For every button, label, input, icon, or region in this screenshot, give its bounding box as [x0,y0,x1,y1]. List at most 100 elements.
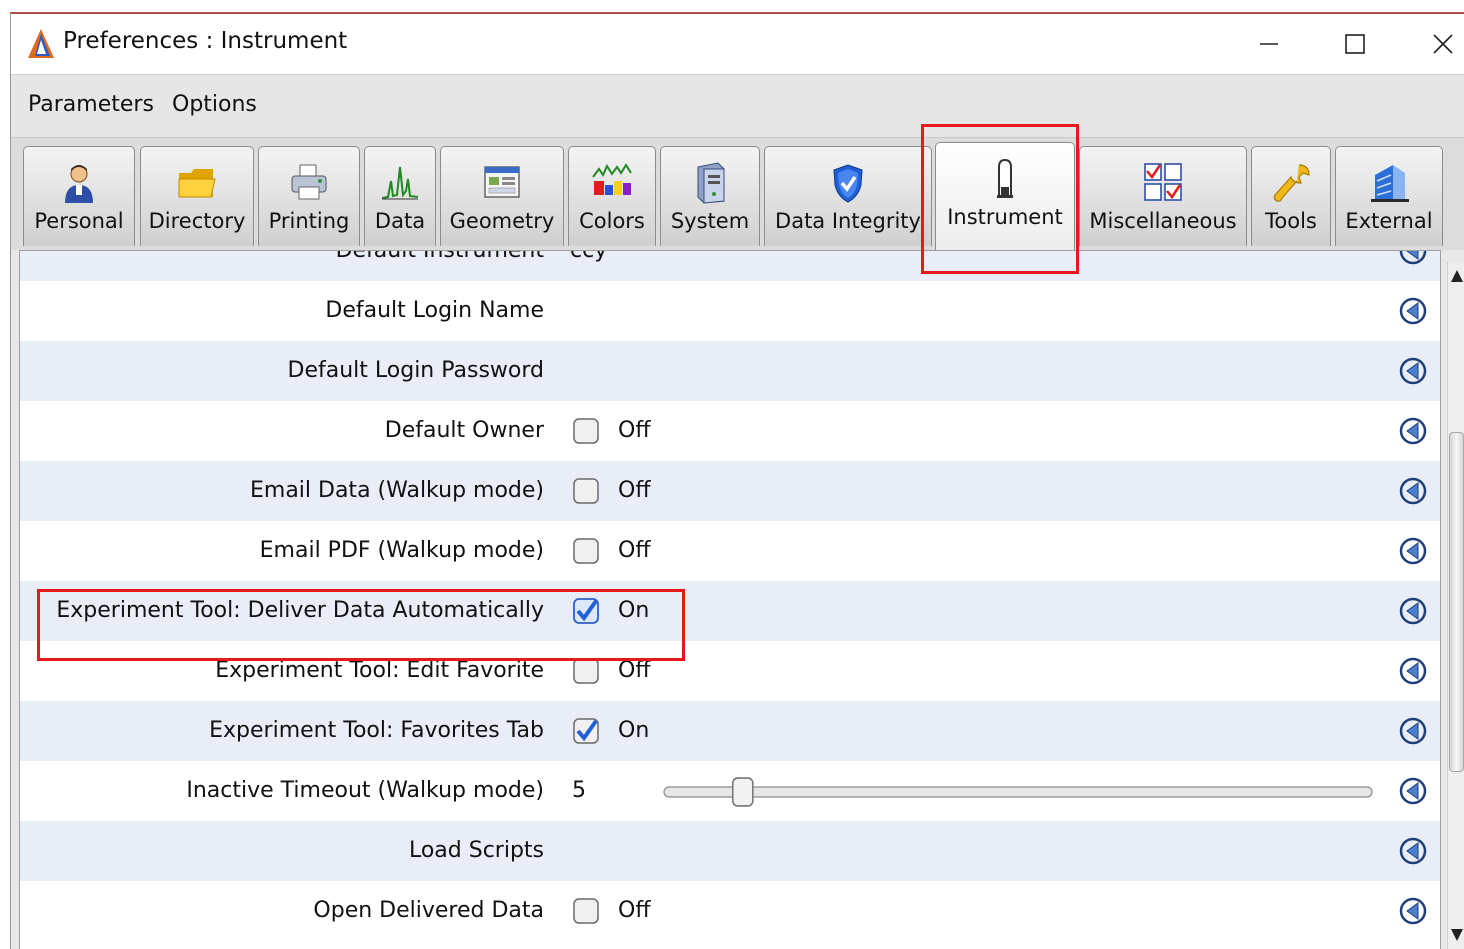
tab-instrument-label: Instrument [947,205,1063,229]
reset-arrow-icon[interactable] [1398,476,1428,506]
default-owner-checkbox[interactable] [572,417,600,445]
row-label: Experiment Tool: Favorites Tab [209,718,544,743]
tab-directory[interactable]: Directory [140,146,254,246]
checkbox-state: Off [618,478,651,503]
checkbox-state: Off [618,898,651,923]
tab-external-label: External [1345,209,1433,233]
preferences-window: Preferences : Instrument Parameters Opti… [10,12,1464,949]
row-label: Default Instrument [335,250,544,263]
slider-thumb[interactable] [732,777,754,807]
row-inactive-timeout: Inactive Timeout (Walkup mode) 5 [20,761,1440,821]
wrench-icon [1273,164,1310,202]
row-value[interactable]: ccy [570,251,607,281]
timeout-slider[interactable] [662,777,1374,807]
row-label: Experiment Tool: Edit Favorite [215,658,544,683]
scroll-thumb[interactable] [1449,432,1464,772]
vertical-scrollbar[interactable] [1447,262,1464,949]
tab-geometry-label: Geometry [449,209,555,233]
tab-instrument[interactable]: Instrument [935,142,1075,250]
menu-parameters[interactable]: Parameters [28,92,154,117]
row-label: Default Owner [384,418,544,443]
close-button[interactable] [1423,24,1463,64]
checkbox-state: On [618,598,650,623]
row-load-scripts: Load Scripts [20,821,1440,881]
scroll-down-arrow-icon[interactable] [1449,921,1464,949]
row-edit-favorite: Experiment Tool: Edit Favorite Off [20,641,1440,701]
reset-arrow-icon[interactable] [1398,416,1428,446]
menu-bar: Parameters Options [11,75,1464,138]
reset-arrow-icon[interactable] [1398,596,1428,626]
reset-arrow-icon[interactable] [1398,536,1428,566]
person-icon [65,165,93,203]
edit-favorite-checkbox[interactable] [572,657,600,685]
tab-data-integrity[interactable]: Data Integrity [764,146,932,246]
tab-data[interactable]: Data [364,146,436,246]
favorites-tab-checkbox[interactable] [572,717,600,745]
open-delivered-checkbox[interactable] [572,897,600,925]
row-default-instrument: Default Instrument ccy [20,250,1440,281]
email-data-checkbox[interactable] [572,477,600,505]
row-default-owner: Default Owner Off [20,401,1440,461]
folder-icon [178,169,216,198]
color-bars-icon [592,163,632,195]
reset-arrow-icon[interactable] [1398,776,1428,806]
tab-printing-label: Printing [268,209,350,233]
row-label: Open Delivered Data [313,898,544,923]
tab-system[interactable]: System [660,146,760,246]
tab-colors[interactable]: Colors [568,146,656,246]
checkbox-state: Off [618,658,651,683]
tab-miscellaneous-label: Miscellaneous [1089,209,1237,233]
maximize-button[interactable] [1335,24,1375,64]
tab-data-label: Data [374,209,426,233]
title-bar: Preferences : Instrument [11,14,1464,75]
tab-personal[interactable]: Personal [23,146,135,246]
tab-external[interactable]: External [1335,146,1443,246]
reset-arrow-icon[interactable] [1398,296,1428,326]
reset-arrow-icon[interactable] [1398,356,1428,386]
tab-tools[interactable]: Tools [1251,146,1331,246]
reset-arrow-icon[interactable] [1398,250,1428,266]
tab-colors-label: Colors [579,209,645,233]
reset-arrow-icon[interactable] [1398,896,1428,926]
checkbox-state: Off [618,418,651,443]
row-deliver-data-automatically: Experiment Tool: Deliver Data Automatica… [20,581,1440,641]
tab-miscellaneous[interactable]: Miscellaneous [1079,146,1247,246]
checkbox-grid-icon [1144,163,1182,201]
deliver-data-checkbox[interactable] [572,597,600,625]
minimize-button[interactable] [1249,24,1289,64]
row-open-delivered-data: Open Delivered Data Off [20,881,1440,941]
instrument-probe-icon [997,158,1013,198]
maximize-icon [1345,34,1365,54]
tab-directory-label: Directory [148,209,246,233]
row-email-pdf: Email PDF (Walkup mode) Off [20,521,1440,581]
row-label: Experiment Tool: Deliver Data Automatica… [56,598,544,623]
reset-arrow-icon[interactable] [1398,656,1428,686]
system-tower-icon [697,162,725,204]
spectrum-icon [381,166,419,200]
row-favorites-tab: Experiment Tool: Favorites Tab On [20,701,1440,761]
row-label: Default Login Password [287,358,544,383]
email-pdf-checkbox[interactable] [572,537,600,565]
row-label: Email PDF (Walkup mode) [259,538,544,563]
minimize-icon [1260,43,1278,45]
tab-tools-label: Tools [1265,209,1317,233]
menu-options[interactable]: Options [172,92,257,117]
row-label: Email Data (Walkup mode) [249,478,544,503]
checkbox-state: On [618,718,650,743]
reset-arrow-icon[interactable] [1398,836,1428,866]
tab-system-label: System [670,209,750,233]
checkbox-state: Off [618,538,651,563]
tab-printing[interactable]: Printing [258,146,360,246]
tab-geometry[interactable]: Geometry [440,146,564,246]
window-grid-icon [484,166,520,198]
app-logo-icon [28,29,54,58]
building-icon [1371,165,1409,202]
tab-data-integrity-label: Data Integrity [775,209,921,233]
reset-arrow-icon[interactable] [1398,716,1428,746]
row-label: Load Scripts [408,838,544,863]
row-email-data: Email Data (Walkup mode) Off [20,461,1440,521]
scroll-up-arrow-icon[interactable] [1449,262,1464,290]
row-label: Inactive Timeout (Walkup mode) [186,778,544,803]
printer-icon [291,164,327,200]
row-default-login-password: Default Login Password [20,341,1440,401]
